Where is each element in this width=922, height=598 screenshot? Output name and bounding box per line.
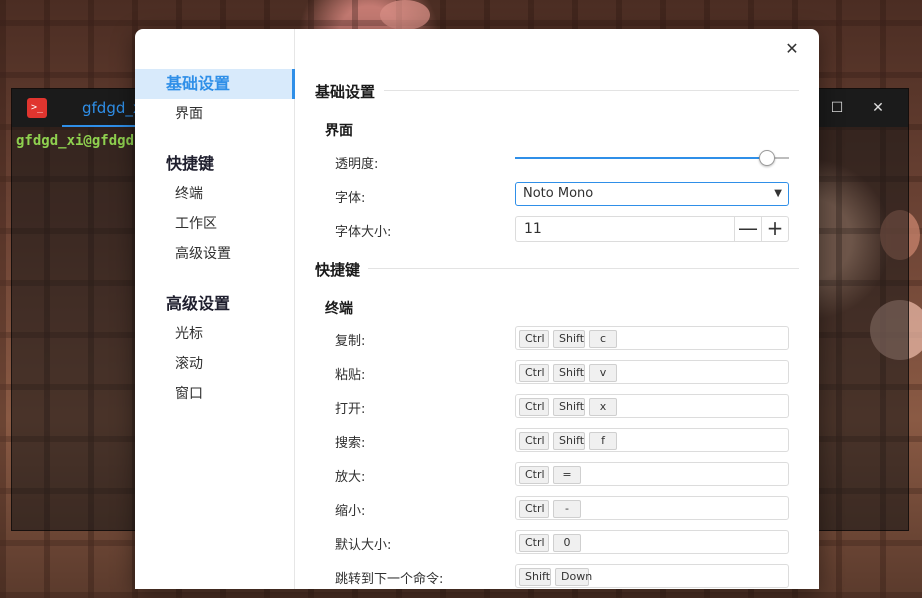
maximize-button[interactable]: ☐ (817, 89, 857, 127)
font-select[interactable]: Noto Mono ▼ (515, 182, 789, 206)
wallpaper-flower (380, 0, 430, 30)
increase-font-size-button[interactable]: + (761, 217, 788, 241)
shortcut-label: 跳转到下一个命令: (335, 572, 444, 587)
shortcut-key: Ctrl (519, 330, 549, 348)
nav-group-shortcuts[interactable]: 快捷键 (135, 149, 295, 179)
terminal-logo-icon: >_ (27, 98, 47, 118)
nav-group-advanced[interactable]: 高级设置 (135, 289, 295, 319)
close-window-button[interactable]: ✕ (858, 89, 898, 127)
shortcut-field[interactable]: Ctrl Shift v (515, 360, 789, 384)
opacity-label: 透明度: (335, 157, 379, 172)
decrease-font-size-button[interactable]: — (734, 217, 761, 241)
opacity-slider-fill (515, 157, 768, 159)
shortcut-field[interactable]: Ctrl = (515, 462, 789, 486)
shortcut-label: 默认大小: (335, 538, 392, 553)
shortcut-label: 复制: (335, 334, 366, 349)
opacity-slider-handle[interactable] (759, 150, 776, 166)
shortcut-field[interactable]: Ctrl Shift f (515, 428, 789, 452)
nav-item-terminal[interactable]: 终端 (135, 180, 295, 208)
shortcut-label: 缩小: (335, 504, 366, 519)
shortcut-field[interactable]: Shift Down (515, 564, 789, 588)
nav-item-cursor[interactable]: 光标 (135, 320, 295, 348)
terminal-prompt: gfdgd_xi@gfdgd (16, 133, 135, 149)
shortcut-key: Ctrl (519, 432, 549, 450)
shortcut-key: Shift (519, 568, 551, 586)
terminal-tab[interactable]: gfdgd_xi (62, 89, 136, 127)
shortcut-label: 搜索: (335, 436, 366, 451)
settings-content[interactable]: 基础设置 界面 透明度: 字体: Noto Mono ▼ 字体大小: 11 — … (296, 29, 819, 589)
nav-item-window[interactable]: 窗口 (135, 380, 295, 408)
shortcut-key: Shift (553, 432, 585, 450)
nav-item-workspace[interactable]: 工作区 (135, 210, 295, 238)
opacity-slider[interactable] (515, 150, 789, 166)
shortcut-key: Ctrl (519, 534, 549, 552)
section-title-shortcuts: 快捷键 (315, 261, 361, 279)
shortcut-key: Shift (553, 330, 585, 348)
shortcut-key: Shift (553, 398, 585, 416)
chevron-down-icon[interactable]: ▼ (774, 183, 782, 205)
shortcut-key: Down (555, 568, 592, 586)
nav-item-interface[interactable]: 界面 (135, 100, 295, 128)
shortcut-key: - (553, 500, 581, 518)
font-size-stepper[interactable]: 11 — + (515, 216, 789, 242)
section-divider (368, 268, 799, 269)
font-size-label: 字体大小: (335, 225, 392, 240)
section-title-basic: 基础设置 (315, 83, 376, 101)
shortcut-key: Shift (553, 364, 585, 382)
shortcut-key: v (589, 364, 617, 382)
shortcut-key: c (589, 330, 617, 348)
shortcut-key: f (589, 432, 617, 450)
shortcut-key: 0 (553, 534, 581, 552)
nav-item-shortcut-advanced[interactable]: 高级设置 (135, 240, 295, 268)
shortcut-field[interactable]: Ctrl Shift c (515, 326, 789, 350)
shortcut-key: Ctrl (519, 500, 549, 518)
shortcut-field[interactable]: Ctrl Shift x (515, 394, 789, 418)
font-label: 字体: (335, 191, 366, 206)
nav-group-basic[interactable]: 基础设置 (135, 69, 295, 99)
nav-item-scroll[interactable]: 滚动 (135, 350, 295, 378)
shortcut-label: 打开: (335, 402, 366, 417)
section-divider (384, 90, 799, 91)
shortcut-label: 放大: (335, 470, 366, 485)
shortcut-key: Ctrl (519, 466, 549, 484)
shortcut-key: Ctrl (519, 364, 549, 382)
font-select-value: Noto Mono (523, 186, 594, 201)
shortcut-label: 粘贴: (335, 368, 366, 383)
subsection-title-terminal: 终端 (325, 301, 353, 317)
settings-sidebar: 基础设置 界面 快捷键 终端 工作区 高级设置 高级设置 光标 滚动 窗口 (135, 29, 295, 589)
shortcut-field[interactable]: Ctrl - (515, 496, 789, 520)
shortcut-key: = (553, 466, 581, 484)
font-size-value[interactable]: 11 (524, 217, 542, 241)
shortcut-key: Ctrl (519, 398, 549, 416)
subsection-title-interface: 界面 (325, 123, 353, 139)
shortcut-key: x (589, 398, 617, 416)
settings-dialog: ✕ 基础设置 界面 快捷键 终端 工作区 高级设置 高级设置 光标 滚动 窗口 … (135, 29, 819, 589)
shortcut-field[interactable]: Ctrl 0 (515, 530, 789, 554)
